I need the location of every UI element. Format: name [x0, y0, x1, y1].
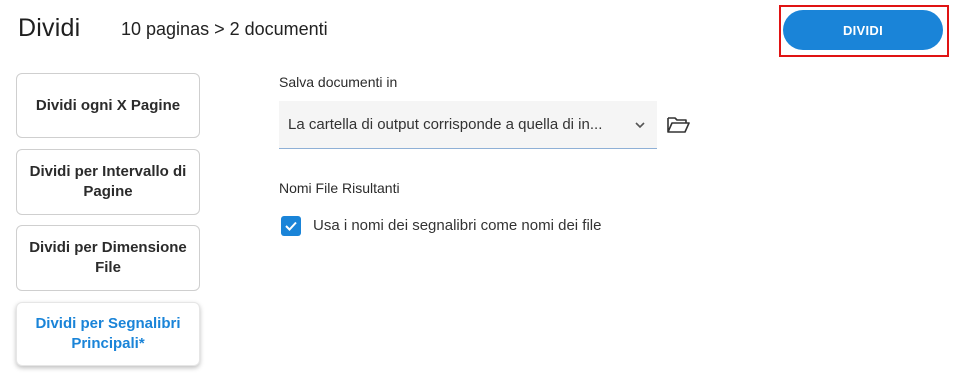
mode-every-x-pages[interactable]: Dividi ogni X Pagine	[16, 73, 200, 138]
mode-main-bookmarks[interactable]: Dividi per Segnalibri Principali*	[16, 302, 200, 366]
dividi-button[interactable]: DIVIDI	[783, 10, 943, 50]
use-bookmark-names-label[interactable]: Usa i nomi dei segnalibri come nomi dei …	[313, 217, 601, 234]
mode-label: Dividi ogni X Pagine	[35, 96, 181, 114]
mode-page-range[interactable]: Dividi per Intervallo di Pagine	[16, 149, 200, 215]
mode-label: Dividi per Segnalibri Principali*	[35, 315, 181, 352]
split-summary: 10 paginas > 2 documenti	[121, 19, 328, 39]
mode-label: Dividi per Intervallo di Pagine	[29, 163, 187, 200]
output-folder-select[interactable]: La cartella di output corrisponde a quel…	[279, 101, 657, 149]
mode-file-size[interactable]: Dividi per Dimensione File	[16, 225, 200, 291]
use-bookmark-names-checkbox[interactable]	[281, 216, 301, 236]
file-names-label: Nomi File Risultanti	[279, 180, 400, 196]
output-folder-value: La cartella di output corrisponde a quel…	[288, 116, 603, 133]
page-title: Dividi	[18, 14, 81, 42]
mode-label: Dividi per Dimensione File	[29, 239, 187, 276]
save-location-label: Salva documenti in	[279, 74, 398, 90]
folder-open-icon[interactable]	[666, 114, 690, 136]
check-icon	[285, 221, 297, 231]
chevron-down-icon	[635, 121, 645, 128]
